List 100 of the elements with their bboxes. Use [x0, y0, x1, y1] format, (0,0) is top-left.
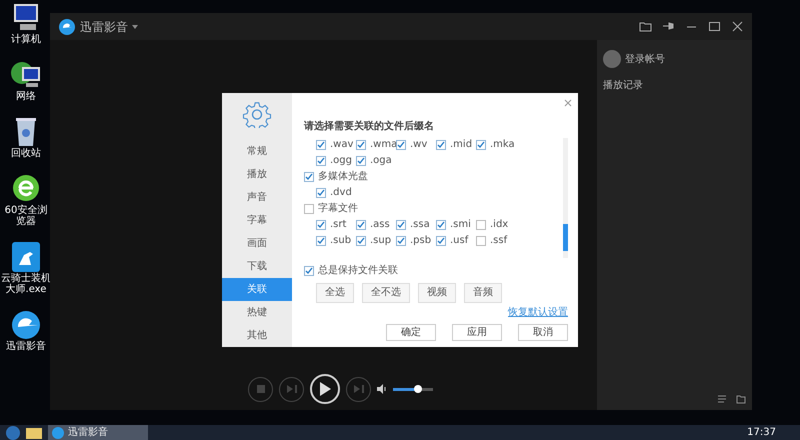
list-icon[interactable]: [718, 394, 728, 404]
checkbox[interactable]: [316, 156, 326, 166]
gear-icon: [242, 101, 272, 128]
select-button[interactable]: 全选: [316, 283, 354, 303]
checkbox[interactable]: [316, 188, 326, 198]
option-checkbox[interactable]: 总是保持文件关联: [304, 264, 568, 277]
app-title[interactable]: 迅雷影音: [80, 18, 128, 36]
extension-checkbox[interactable]: .smi: [436, 218, 476, 231]
extension-checkbox[interactable]: .ogg: [316, 154, 356, 167]
play-logo-icon: [10, 309, 42, 341]
next-icon: [354, 385, 364, 393]
select-button[interactable]: 全不选: [362, 283, 410, 303]
dialog-button[interactable]: 应用: [452, 324, 502, 341]
restore-defaults-link[interactable]: 恢复默认设置: [508, 305, 568, 320]
checkbox[interactable]: [316, 140, 326, 150]
settings-tab[interactable]: 字幕: [222, 209, 292, 232]
extension-checkbox[interactable]: .mka: [476, 138, 516, 151]
shortcut-label: 回收站: [10, 148, 42, 159]
settings-tab[interactable]: 下载: [222, 255, 292, 278]
checkbox[interactable]: [356, 156, 366, 166]
checkbox[interactable]: [316, 236, 326, 246]
play-button[interactable]: [310, 374, 340, 404]
select-button[interactable]: 音频: [464, 283, 502, 303]
extension-checkbox[interactable]: .idx: [476, 218, 516, 231]
checkbox[interactable]: [436, 140, 446, 150]
horse-rider-icon: [10, 241, 42, 273]
checkbox[interactable]: [436, 220, 446, 230]
desktop-shortcut[interactable]: 回收站: [0, 116, 52, 159]
checkbox[interactable]: [476, 236, 486, 246]
settings-tab[interactable]: 常规: [222, 140, 292, 163]
login-link[interactable]: 登录帐号: [625, 52, 665, 66]
play-logo-icon: [52, 426, 64, 438]
clock: 17:37: [747, 426, 776, 440]
checkbox[interactable]: [304, 266, 314, 276]
desktop-shortcut[interactable]: 60安全浏览器: [0, 173, 52, 227]
volume-slider[interactable]: [393, 388, 433, 390]
checkbox[interactable]: [316, 220, 326, 230]
maximize-icon[interactable]: [708, 20, 721, 33]
extension-checkbox[interactable]: .ssa: [396, 218, 436, 231]
checkbox[interactable]: [396, 220, 406, 230]
start-orb-icon[interactable]: [6, 426, 20, 440]
extension-checkbox[interactable]: .wv: [396, 138, 436, 151]
taskbar-app[interactable]: 迅雷影音: [48, 425, 148, 440]
shortcut-label: 网络: [15, 91, 37, 102]
checkbox[interactable]: [304, 204, 314, 214]
slider-thumb[interactable]: [414, 384, 422, 392]
checkbox[interactable]: [304, 172, 314, 182]
extension-checkbox[interactable]: .wav: [316, 138, 356, 151]
desktop-shortcut[interactable]: 云骑士装机大师.exe: [0, 241, 52, 295]
section-heading: 请选择需要关联的文件后缀名: [304, 120, 435, 134]
settings-tab[interactable]: 画面: [222, 232, 292, 255]
dialog-button[interactable]: 确定: [386, 324, 436, 341]
avatar-icon: [603, 50, 621, 68]
desktop-shortcut[interactable]: 计算机: [0, 2, 52, 45]
extension-checkbox[interactable]: .dvd: [316, 186, 356, 199]
extension-checkbox[interactable]: .mid: [436, 138, 476, 151]
checkbox[interactable]: [476, 140, 486, 150]
previous-icon: [286, 385, 296, 393]
folder-icon[interactable]: [639, 20, 652, 33]
settings-tab[interactable]: 播放: [222, 163, 292, 186]
shortcut-label: 计算机: [10, 34, 42, 45]
shortcut-label: 云骑士装机大师.exe: [0, 273, 52, 295]
extension-checkbox[interactable]: .psb: [396, 234, 436, 247]
caret-icon[interactable]: [132, 24, 138, 28]
checkbox[interactable]: [476, 220, 486, 230]
settings-tab[interactable]: 热键: [222, 301, 292, 324]
checkbox[interactable]: [356, 220, 366, 230]
checkbox[interactable]: [436, 236, 446, 246]
checkbox[interactable]: [396, 236, 406, 246]
desktop-shortcut[interactable]: 网络: [0, 59, 52, 102]
extension-checkbox[interactable]: .ssf: [476, 234, 516, 247]
extension-checkbox[interactable]: .sub: [316, 234, 356, 247]
speaker-icon[interactable]: [377, 384, 387, 394]
checkbox[interactable]: [356, 236, 366, 246]
extension-checkbox[interactable]: .ass: [356, 218, 396, 231]
play-logo-icon: [58, 18, 76, 36]
extension-checkbox[interactable]: .srt: [316, 218, 356, 231]
desktop-shortcut[interactable]: 迅雷影音: [0, 309, 52, 352]
select-button[interactable]: 视频: [418, 283, 456, 303]
settings-tab[interactable]: 其他: [222, 324, 292, 347]
shortcut-label: 60安全浏览器: [4, 205, 48, 227]
dialog-button[interactable]: 取消: [518, 324, 568, 341]
scrollbar[interactable]: [563, 138, 568, 258]
extension-checkbox[interactable]: .usf: [436, 234, 476, 247]
extension-checkbox[interactable]: .sup: [356, 234, 396, 247]
group-checkbox[interactable]: 多媒体光盘: [304, 170, 559, 183]
folder-icon[interactable]: [26, 426, 42, 439]
settings-tab[interactable]: 声音: [222, 186, 292, 209]
scrollbar-thumb[interactable]: [563, 224, 568, 251]
extension-checkbox[interactable]: .oga: [356, 154, 396, 167]
history-label: 播放记录: [603, 78, 644, 93]
extension-checkbox[interactable]: .wma: [356, 138, 396, 151]
close-icon[interactable]: [731, 20, 744, 33]
play-icon: [319, 382, 331, 396]
checkbox[interactable]: [356, 140, 366, 150]
folder-icon[interactable]: [736, 394, 746, 404]
checkbox[interactable]: [396, 140, 406, 150]
stop-icon: [256, 385, 264, 393]
group-checkbox[interactable]: 字幕文件: [304, 202, 559, 215]
shortcut-label: 迅雷影音: [5, 341, 47, 352]
